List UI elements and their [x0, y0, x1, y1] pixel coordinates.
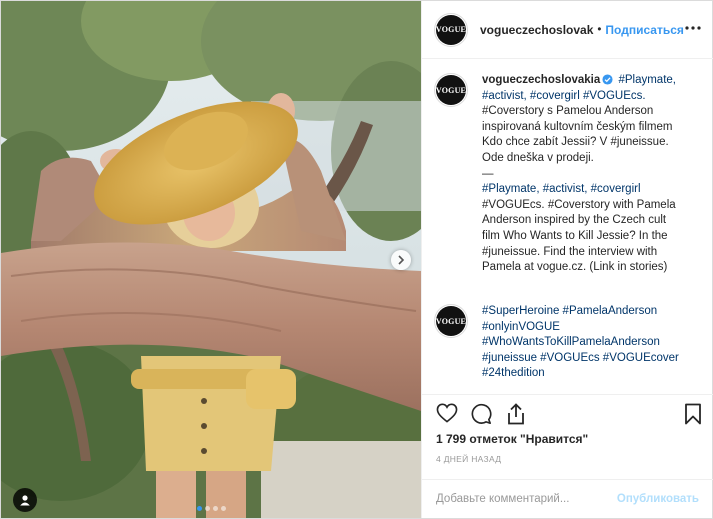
logo-text: VOGUE: [435, 25, 467, 34]
publish-button[interactable]: Опубликовать: [617, 493, 699, 505]
ellipsis-icon: [685, 26, 701, 30]
caption-line: #VOGUEcs. #Coverstory with Pamela: [482, 198, 676, 211]
chevron-right-icon: [398, 255, 405, 265]
header-username[interactable]: vogueczechoslovak: [480, 23, 593, 37]
hashtag-line[interactable]: #SuperHeroine #PamelaAnderson: [482, 304, 682, 320]
follow-button[interactable]: Подписаться: [605, 23, 683, 37]
caption-line: #juneissue. Find the interview with: [482, 245, 658, 258]
hashtag-line[interactable]: #24thedition: [482, 366, 682, 382]
post-timestamp[interactable]: 4 дней назад: [436, 454, 501, 464]
post-header: VOGUE vogueczechoslovak • Подписаться: [422, 1, 713, 59]
add-comment-bar: Опубликовать: [422, 479, 713, 518]
heart-icon: [436, 403, 458, 423]
comment-input[interactable]: [436, 493, 617, 505]
caption-username[interactable]: vogueczechoslovakia: [482, 74, 600, 86]
carousel-dot: [220, 506, 226, 511]
caption-divider: —: [482, 167, 494, 180]
avatar[interactable]: VOGUE: [434, 73, 468, 107]
comment-icon: [471, 403, 492, 424]
avatar[interactable]: VOGUE: [434, 304, 468, 338]
caption-line: Anderson inspired by the Czech cult: [482, 214, 667, 227]
post-photo[interactable]: [1, 1, 421, 518]
caption-line: #Coverstory s Pamelou Anderson: [482, 105, 654, 118]
caption-comment: VOGUE vogueczechoslovakia #Playmate, #ac…: [434, 73, 704, 276]
caption-line: film Who Wants to Kill Jessie? In the: [482, 229, 668, 242]
avatar[interactable]: VOGUE: [434, 12, 468, 47]
hashtag-link[interactable]: #Playmate,: [618, 74, 676, 86]
comment-button[interactable]: [470, 403, 492, 428]
action-bar: [422, 395, 713, 431]
carousel-dot: [204, 506, 210, 511]
hashtag-line[interactable]: #juneissue #VOGUEcs #VOGUEcover: [482, 351, 682, 367]
header-separator: •: [597, 23, 602, 36]
carousel-dot: [212, 506, 218, 511]
next-photo-button[interactable]: [391, 250, 411, 270]
bookmark-icon: [685, 403, 701, 425]
caption-line: vogueczechoslovakia #Playmate,: [482, 73, 682, 89]
share-button[interactable]: [506, 403, 526, 428]
hashtag-line[interactable]: #WhoWantsToKillPamelaAnderson: [482, 335, 682, 351]
user-icon: [20, 495, 30, 506]
avatar-logo: VOGUE: [436, 306, 466, 336]
caption-line: inspirovaná kultovním českým filmem: [482, 120, 673, 133]
save-button[interactable]: [684, 403, 702, 428]
logo-text: VOGUE: [435, 316, 467, 326]
avatar-logo: VOGUE: [436, 75, 466, 105]
comments-section[interactable]: VOGUE vogueczechoslovakia #Playmate, #ac…: [422, 59, 713, 395]
caption-line: Pamela at vogue.cz. (Link in stories): [482, 261, 668, 274]
logo-text: VOGUE: [435, 85, 467, 95]
caption-line: #Playmate, #activist, #covergirl: [482, 183, 641, 196]
caption-line: Ode dneška v prodeji.: [482, 151, 594, 164]
caption-line: #activist, #covergirl #VOGUEcs.: [482, 89, 646, 102]
likes-count[interactable]: 1 799 отметок "Нравится": [436, 432, 588, 446]
like-button[interactable]: [436, 403, 458, 426]
photo-illustration: [1, 1, 421, 518]
verified-badge-icon: [602, 74, 613, 85]
avatar-logo: VOGUE: [435, 14, 467, 45]
hashtag-comment: VOGUE #SuperHeroine #PamelaAnderson #onl…: [434, 304, 704, 382]
post-side-panel: VOGUE vogueczechoslovak • Подписаться VO…: [421, 1, 713, 518]
carousel-dot: [196, 506, 202, 511]
caption-line: Kdo chce zabít Jessii? V #juneissue.: [482, 136, 669, 149]
comment-text: #SuperHeroine #PamelaAnderson #onlyinVOG…: [482, 304, 682, 382]
more-options-button[interactable]: [685, 21, 701, 33]
carousel-dots: [1, 506, 421, 511]
caption-text: vogueczechoslovakia #Playmate, #activist…: [482, 73, 682, 276]
hashtag-line[interactable]: #onlyinVOGUE: [482, 320, 682, 336]
share-icon: [508, 403, 524, 425]
